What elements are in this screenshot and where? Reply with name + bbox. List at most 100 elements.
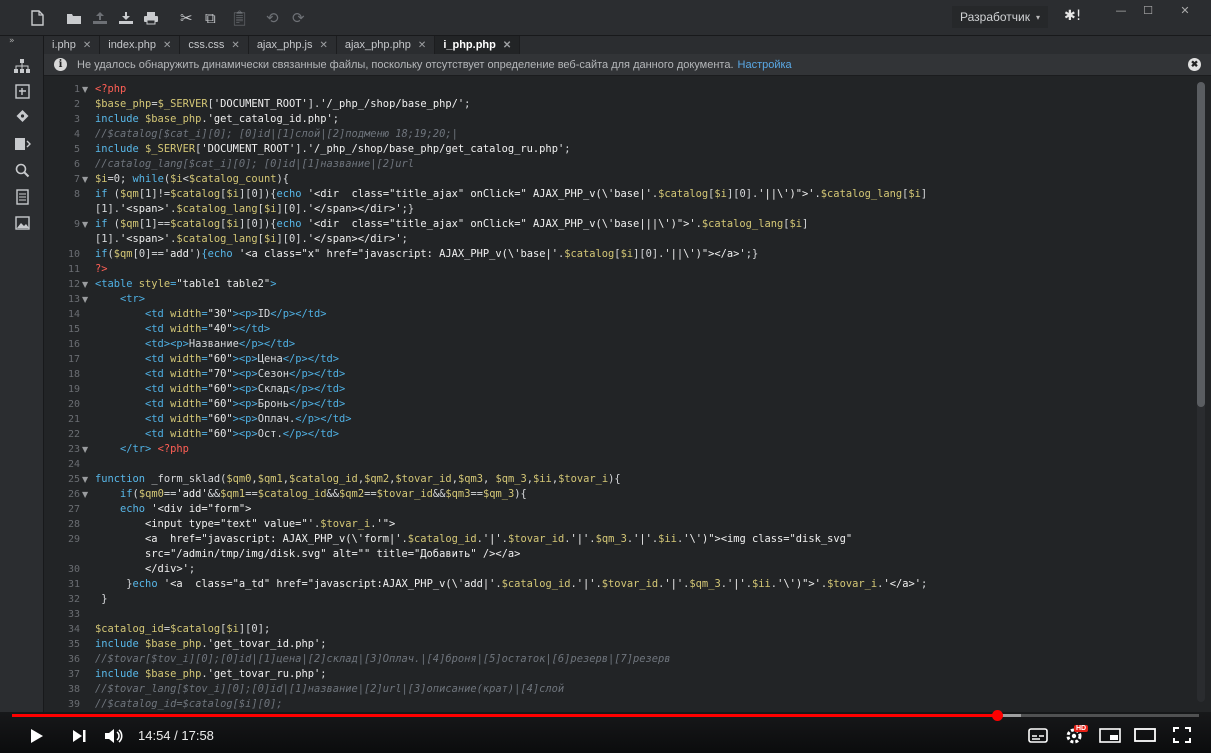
- code-line[interactable]: <td width="40"></td>: [95, 322, 270, 337]
- print-icon[interactable]: [143, 7, 159, 29]
- extract-icon[interactable]: [12, 81, 32, 101]
- new-file-icon[interactable]: [30, 7, 45, 29]
- close-window-button[interactable]: ✕: [1170, 3, 1200, 17]
- code-line[interactable]: <td><p>Название</p></td>: [95, 337, 295, 352]
- code-line[interactable]: if ($qm[1]==$catalog[$i][0]){echo '<dir …: [95, 217, 808, 232]
- paste-icon[interactable]: 📋︎: [230, 7, 249, 29]
- volume-icon[interactable]: [103, 726, 125, 746]
- gear-icon[interactable]: ✱!: [1064, 8, 1081, 24]
- open-folder-icon[interactable]: [66, 7, 82, 29]
- sitemap-icon[interactable]: [12, 56, 32, 76]
- code-line[interactable]: //catalog_lang[$cat_i][0]; [0]id|[1]назв…: [95, 157, 414, 172]
- code-line[interactable]: include $_SERVER['DOCUMENT_ROOT'].'/_php…: [95, 142, 570, 157]
- code-line[interactable]: }: [95, 592, 107, 607]
- redo-icon[interactable]: ⟳: [292, 7, 305, 29]
- code-line[interactable]: if ($qm[1]!=$catalog[$i][0]){echo '<dir …: [95, 187, 927, 202]
- code-line[interactable]: include $base_php.'get_catalog_id.php';: [95, 112, 339, 127]
- tab-close-icon[interactable]: ✕: [83, 40, 91, 51]
- code-line[interactable]: <td width="70"><p>Сезон</p></td>: [95, 367, 345, 382]
- subtitles-icon[interactable]: [1027, 726, 1049, 744]
- fold-toggle-icon[interactable]: ▼: [82, 172, 88, 187]
- code-line[interactable]: if($qm0=='add'&&$qm1==$catalog_id&&$qm2=…: [95, 487, 527, 502]
- code-line[interactable]: if($qm[0]=='add'){echo '<a class="x" hre…: [95, 247, 758, 262]
- code-line[interactable]: $catalog_id=$catalog[$i][0];: [95, 622, 270, 637]
- undo-icon[interactable]: ⟲: [266, 7, 279, 29]
- download-icon[interactable]: [118, 7, 134, 29]
- code-line[interactable]: <td width="60"><p>Цена</p></td>: [95, 352, 339, 367]
- code-line[interactable]: //$tovar_lang[$tov_i][0];[0]id|[1]назван…: [95, 682, 564, 697]
- close-icon[interactable]: ✖: [1188, 58, 1201, 71]
- setup-link[interactable]: Настройка: [738, 59, 792, 71]
- code-line[interactable]: <a href="javascript: AJAX_PHP_v(\'form|'…: [95, 532, 852, 547]
- upload-icon[interactable]: [92, 7, 108, 29]
- tab-close-icon[interactable]: ✕: [319, 40, 327, 51]
- scrollbar-thumb[interactable]: [1197, 82, 1205, 407]
- code-line[interactable]: //$tovar[$tov_i][0];[0]id|[1]цена|[2]скл…: [95, 652, 671, 667]
- collapse-panel-icon[interactable]: »: [9, 36, 15, 46]
- code-line[interactable]: </tr> <?php: [95, 442, 189, 457]
- fold-toggle-icon[interactable]: ▼: [82, 292, 88, 307]
- code-nav-icon[interactable]: [12, 134, 32, 154]
- fullscreen-icon[interactable]: [1170, 726, 1194, 744]
- assets-icon[interactable]: [12, 213, 32, 233]
- fold-toggle-icon[interactable]: ▼: [82, 217, 88, 232]
- code-line[interactable]: }echo '<a class="a_td" href="javascript:…: [95, 577, 927, 592]
- code-line[interactable]: //$catalog[$cat_i][0]; [0]id|[1]слой|[2]…: [95, 127, 458, 142]
- code-line[interactable]: <td width="60"><p>Склад</p></td>: [95, 382, 345, 397]
- code-line[interactable]: include $base_php.'get_tovar_ru.php';: [95, 667, 327, 682]
- fold-toggle-icon[interactable]: ▼: [82, 277, 88, 292]
- code-line[interactable]: <input type="text" value="'.$tovar_i.'">: [95, 517, 395, 532]
- code-line[interactable]: include $base_php.'get_tovar_id.php';: [95, 637, 327, 652]
- minimize-button[interactable]: —: [1106, 3, 1136, 17]
- theater-mode-icon[interactable]: [1133, 726, 1157, 744]
- code-line[interactable]: function _form_sklad($qm0,$qm1,$catalog_…: [95, 472, 621, 487]
- next-icon[interactable]: [70, 726, 88, 746]
- code-line[interactable]: [1].'<span>'.$catalog_lang[$i][0].'</spa…: [95, 232, 408, 247]
- code-line[interactable]: [1].'<span>'.$catalog_lang[$i][0].'</spa…: [95, 202, 414, 217]
- code-line[interactable]: $i=0; while($i<$catalog_count){: [95, 172, 289, 187]
- copy-icon[interactable]: ⧉: [205, 7, 216, 29]
- play-icon[interactable]: [28, 726, 46, 746]
- code-token: '/_php_/shop/base_php/get_catalog_ru.php…: [307, 143, 565, 155]
- git-icon[interactable]: [12, 106, 32, 126]
- code-line[interactable]: <table style="table1 table2">: [95, 277, 276, 292]
- fold-toggle-icon[interactable]: ▼: [82, 472, 88, 487]
- code-line[interactable]: //$catalog_id=$catalog[$i][0];: [95, 697, 283, 712]
- code-editor[interactable]: 1 ▼ 2 3 4 5 6 7 ▼ 8 9 ▼ 10 11 12 ▼ 13 ▼ 14 15 16 17 18 19 20 21 22…: [44, 77, 1211, 712]
- vertical-scrollbar[interactable]: [1197, 82, 1205, 702]
- code-line[interactable]: echo '<div id="form">: [95, 502, 251, 517]
- code-line[interactable]: <td width="60"><p>Оплач.</p></td>: [95, 412, 352, 427]
- miniplayer-icon[interactable]: [1098, 726, 1122, 744]
- tab-close-icon[interactable]: ✕: [418, 40, 426, 51]
- workspace-switcher[interactable]: Разработчик ▾: [952, 6, 1048, 28]
- code-line[interactable]: <td width="30"><p>ID</p></td>: [95, 307, 326, 322]
- tab-close-icon[interactable]: ✕: [231, 40, 239, 51]
- code-token: $qm2: [339, 488, 365, 500]
- fold-toggle-icon[interactable]: ▼: [82, 487, 88, 502]
- video-progress-bar[interactable]: [12, 710, 1199, 721]
- cut-icon[interactable]: ✂: [180, 7, 193, 29]
- code-line[interactable]: </div>';: [95, 562, 195, 577]
- tab-ajax-php-js[interactable]: ajax_php.js ✕: [249, 36, 337, 54]
- tab-css-css[interactable]: css.css ✕: [180, 36, 249, 54]
- code-line[interactable]: $base_php=$_SERVER['DOCUMENT_ROOT'].'/_p…: [95, 97, 470, 112]
- code-line[interactable]: <td width="60"><p>Ост.</p></td>: [95, 427, 339, 442]
- tab-ajax-php-php[interactable]: ajax_php.php ✕: [337, 36, 436, 54]
- tab-close-icon[interactable]: ✕: [503, 40, 511, 51]
- code-line[interactable]: src="/admin/tmp/img/disk.svg" alt="" tit…: [95, 547, 520, 562]
- fold-toggle-icon[interactable]: ▼: [82, 82, 88, 97]
- code-line[interactable]: ?>: [95, 262, 108, 277]
- snippets-icon[interactable]: [12, 187, 32, 207]
- tab-i-php-php[interactable]: i_php.php ✕: [435, 36, 521, 54]
- code-line[interactable]: <?php: [95, 82, 126, 97]
- search-icon[interactable]: [12, 160, 32, 180]
- tab-i-php[interactable]: i.php ✕: [44, 36, 101, 54]
- code-line[interactable]: <tr>: [95, 292, 145, 307]
- tab-index-php[interactable]: index.php ✕: [100, 36, 181, 54]
- fold-toggle-icon[interactable]: ▼: [82, 442, 88, 457]
- code-line[interactable]: <td width="60"><p>Бронь</p></td>: [95, 397, 345, 412]
- maximize-button[interactable]: ☐: [1133, 3, 1163, 17]
- code-token: ><p>: [232, 383, 258, 395]
- tab-close-icon[interactable]: ✕: [163, 40, 171, 51]
- code-area[interactable]: <?php $base_php=$_SERVER['DOCUMENT_ROOT']…: [95, 77, 1195, 712]
